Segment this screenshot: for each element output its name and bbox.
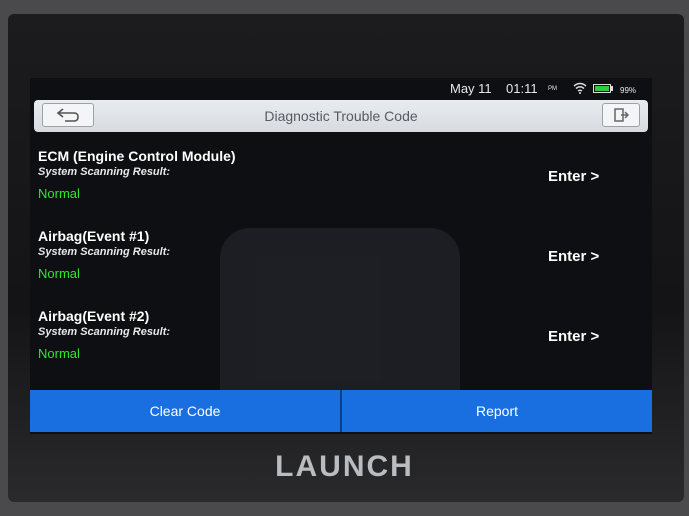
system-name: Airbag(Event #1)	[38, 228, 150, 244]
exit-icon	[614, 108, 629, 122]
device-screen: May 11 01:11 PM 99% Diagnostic Trouble C…	[30, 78, 652, 434]
bottom-action-bar: Clear Code Report	[30, 390, 652, 432]
scan-label: System Scanning Result:	[38, 246, 171, 258]
scan-result: Normal	[38, 186, 80, 201]
scan-label: System Scanning Result:	[38, 326, 171, 338]
enter-button-airbag-1[interactable]: Enter >	[548, 248, 599, 265]
battery-icon	[593, 84, 611, 93]
system-name: Airbag(Event #2)	[38, 308, 150, 324]
report-button[interactable]: Report	[342, 390, 652, 432]
exit-button[interactable]	[602, 103, 640, 127]
page-title: Diagnostic Trouble Code	[264, 108, 418, 124]
clear-code-button[interactable]: Clear Code	[30, 390, 340, 432]
brand-logo: LAUNCH	[275, 450, 414, 483]
scan-result: Normal	[38, 266, 80, 281]
enter-button-airbag-2[interactable]: Enter >	[548, 328, 599, 345]
battery-tip	[611, 86, 613, 91]
scan-label: System Scanning Result:	[38, 166, 171, 178]
status-time: 01:11	[506, 81, 538, 96]
battery-percent: 99%	[620, 86, 637, 95]
status-date: May 11	[450, 81, 492, 96]
wifi-icon	[573, 82, 587, 94]
system-row-airbag-2[interactable]: Airbag(Event #2) System Scanning Result:…	[38, 308, 648, 380]
enter-button-ecm[interactable]: Enter >	[548, 168, 599, 185]
title-bar: Diagnostic Trouble Code	[34, 100, 648, 132]
scan-result: Normal	[38, 346, 80, 361]
system-row-ecm[interactable]: ECM (Engine Control Module) System Scann…	[38, 148, 648, 220]
system-row-airbag-1[interactable]: Airbag(Event #1) System Scanning Result:…	[38, 228, 648, 300]
battery-fill	[595, 86, 609, 91]
status-bar: May 11 01:11 PM 99%	[30, 78, 652, 98]
status-ampm: PM	[548, 86, 557, 92]
system-name: ECM (Engine Control Module)	[38, 148, 236, 164]
